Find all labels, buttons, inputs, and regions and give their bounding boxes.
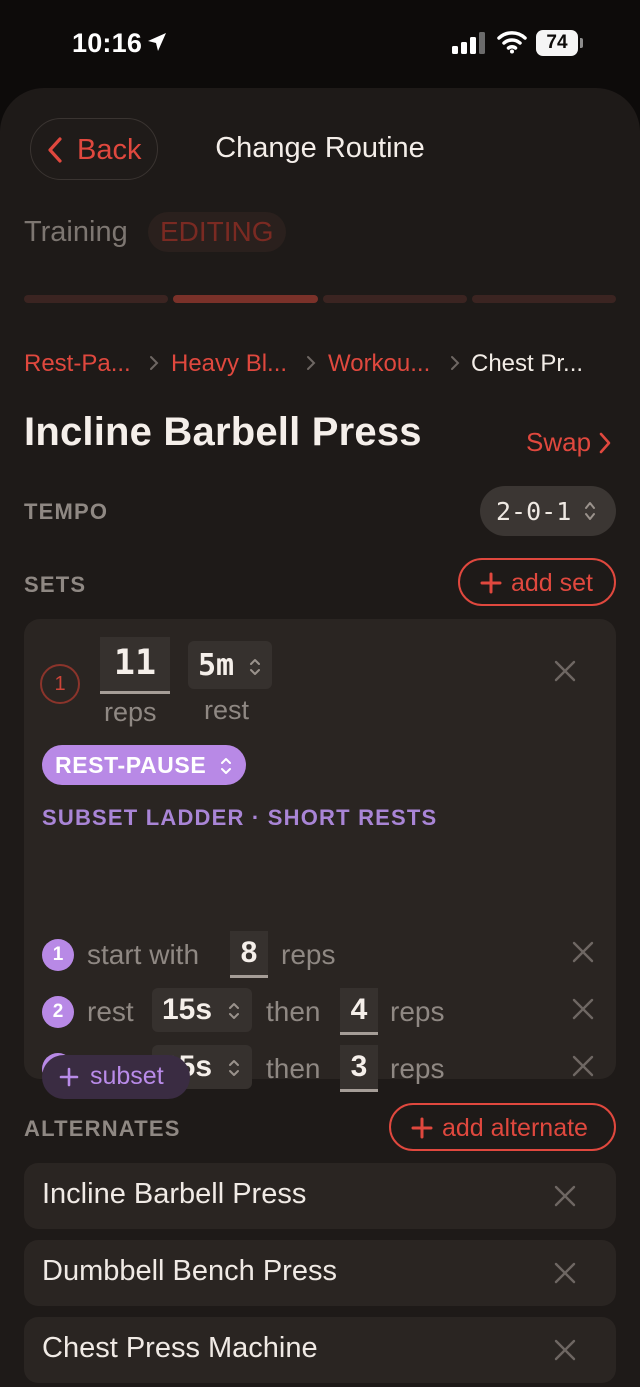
subset-start-label: start with [87,939,200,970]
alternate-item[interactable]: Chest Press Machine [24,1317,616,1383]
chevron-updown-icon [229,1060,239,1076]
battery-level: 74 [546,32,568,53]
subset-row: 1 start with 8 reps [40,931,600,979]
progress-segment [323,295,467,303]
subset-then-label: then [266,996,321,1027]
progress-segment [472,295,616,303]
breadcrumb-item[interactable]: Rest-Pa... [24,350,131,378]
subset-reps-value: 3 [350,1050,368,1083]
subset-reps-value: 4 [350,993,368,1026]
location-arrow-icon [148,33,166,51]
wifi-icon [497,31,527,54]
subset-reps-input[interactable]: 4 [340,988,378,1035]
reps-input[interactable]: 11 [100,637,170,694]
plus-icon [59,1067,79,1087]
battery-icon: 74 [536,30,584,56]
chevron-updown-icon [229,1003,239,1019]
add-set-label: add set [511,569,594,597]
progress-segment-active [173,295,318,303]
subset-number: 1 [42,939,74,971]
tempo-value: 2-0-1 [496,497,572,526]
subset-reps-input[interactable]: 8 [230,931,268,978]
subset-rest-label: rest [87,996,134,1027]
remove-alternate-icon[interactable] [554,1339,576,1361]
alternate-name: Dumbbell Bench Press [42,1255,337,1287]
breadcrumb-item[interactable]: Workou... [328,350,430,378]
subset-then-label: then [266,1053,321,1084]
plus-icon [480,572,502,594]
set-type-picker[interactable]: REST-PAUSE [42,745,246,785]
rest-value: 5m [198,648,235,683]
tempo-label: TEMPO [24,499,109,524]
alternates-label: ALTERNATES [24,1116,181,1141]
chevron-right-icon [599,432,611,454]
exercise-title: Incline Barbell Press [24,410,422,454]
reps-label: reps [104,697,157,727]
rest-label: rest [204,695,250,725]
delete-subset-icon[interactable] [572,998,594,1020]
delete-subset-icon[interactable] [572,1055,594,1077]
delete-subset-icon[interactable] [572,941,594,963]
set-number-badge: 1 [40,664,80,704]
alternate-name: Chest Press Machine [42,1332,318,1364]
set-type-label: REST-PAUSE [55,752,207,778]
step-progress [24,295,616,303]
subset-reps-value: 8 [240,936,258,969]
tempo-picker[interactable]: 2-0-1 [480,486,616,536]
add-subset-label: subset [90,1062,164,1090]
chevron-updown-icon [585,502,595,520]
sets-label: SETS [24,572,87,597]
subset-reps-label: reps [390,996,445,1027]
swap-button[interactable]: Swap [526,427,591,458]
subset-reps-label: reps [390,1053,445,1084]
breadcrumb-item[interactable]: Heavy Bl... [171,350,287,378]
reps-value: 11 [113,643,157,683]
chevron-updown-icon [250,659,260,675]
alternate-item[interactable]: Dumbbell Bench Press [24,1240,616,1306]
set-card: 1 11 reps 5m rest REST-PAUSE SUBSET LADD… [24,619,616,1099]
add-subset-button[interactable]: subset [42,1055,190,1099]
subset-reps-label: reps [281,939,336,970]
subset-rest-picker[interactable]: 15s [152,988,252,1032]
training-tab[interactable]: Training [24,216,128,249]
alternate-name: Incline Barbell Press [42,1178,307,1210]
add-set-button[interactable]: add set [458,558,616,606]
subset-reps-input[interactable]: 3 [340,1045,378,1092]
add-alternate-button[interactable]: add alternate [389,1103,616,1151]
subset-number: 2 [42,996,74,1028]
rest-picker[interactable]: 5m [188,641,272,689]
cellular-signal-icon [452,32,485,54]
breadcrumb: Rest-Pa... Heavy Bl... Workou... Chest P… [24,350,624,382]
change-routine-sheet: Back Change Routine Training EDITING Res… [0,88,640,1387]
remove-alternate-icon[interactable] [554,1262,576,1284]
page-title: Change Routine [215,132,425,164]
chevron-right-icon [451,356,460,370]
chevron-updown-icon [221,758,231,774]
subset-ladder-title: SUBSET LADDER · SHORT RESTS [42,805,438,830]
editing-badge: EDITING [148,212,286,252]
status-time: 10:16 [72,28,143,58]
status-bar: 10:16 74 [0,0,640,88]
progress-segment [24,295,168,303]
add-alternate-label: add alternate [442,1114,588,1142]
delete-set-icon[interactable] [554,660,576,682]
chevron-right-icon [150,356,159,370]
subset-row: 2 rest 15s then 4 reps [40,988,600,1036]
plus-icon [411,1117,433,1139]
breadcrumb-current: Chest Pr... [471,350,584,377]
remove-alternate-icon[interactable] [554,1185,576,1207]
alternate-item[interactable]: Incline Barbell Press [24,1163,616,1229]
chevron-right-icon [307,356,316,370]
